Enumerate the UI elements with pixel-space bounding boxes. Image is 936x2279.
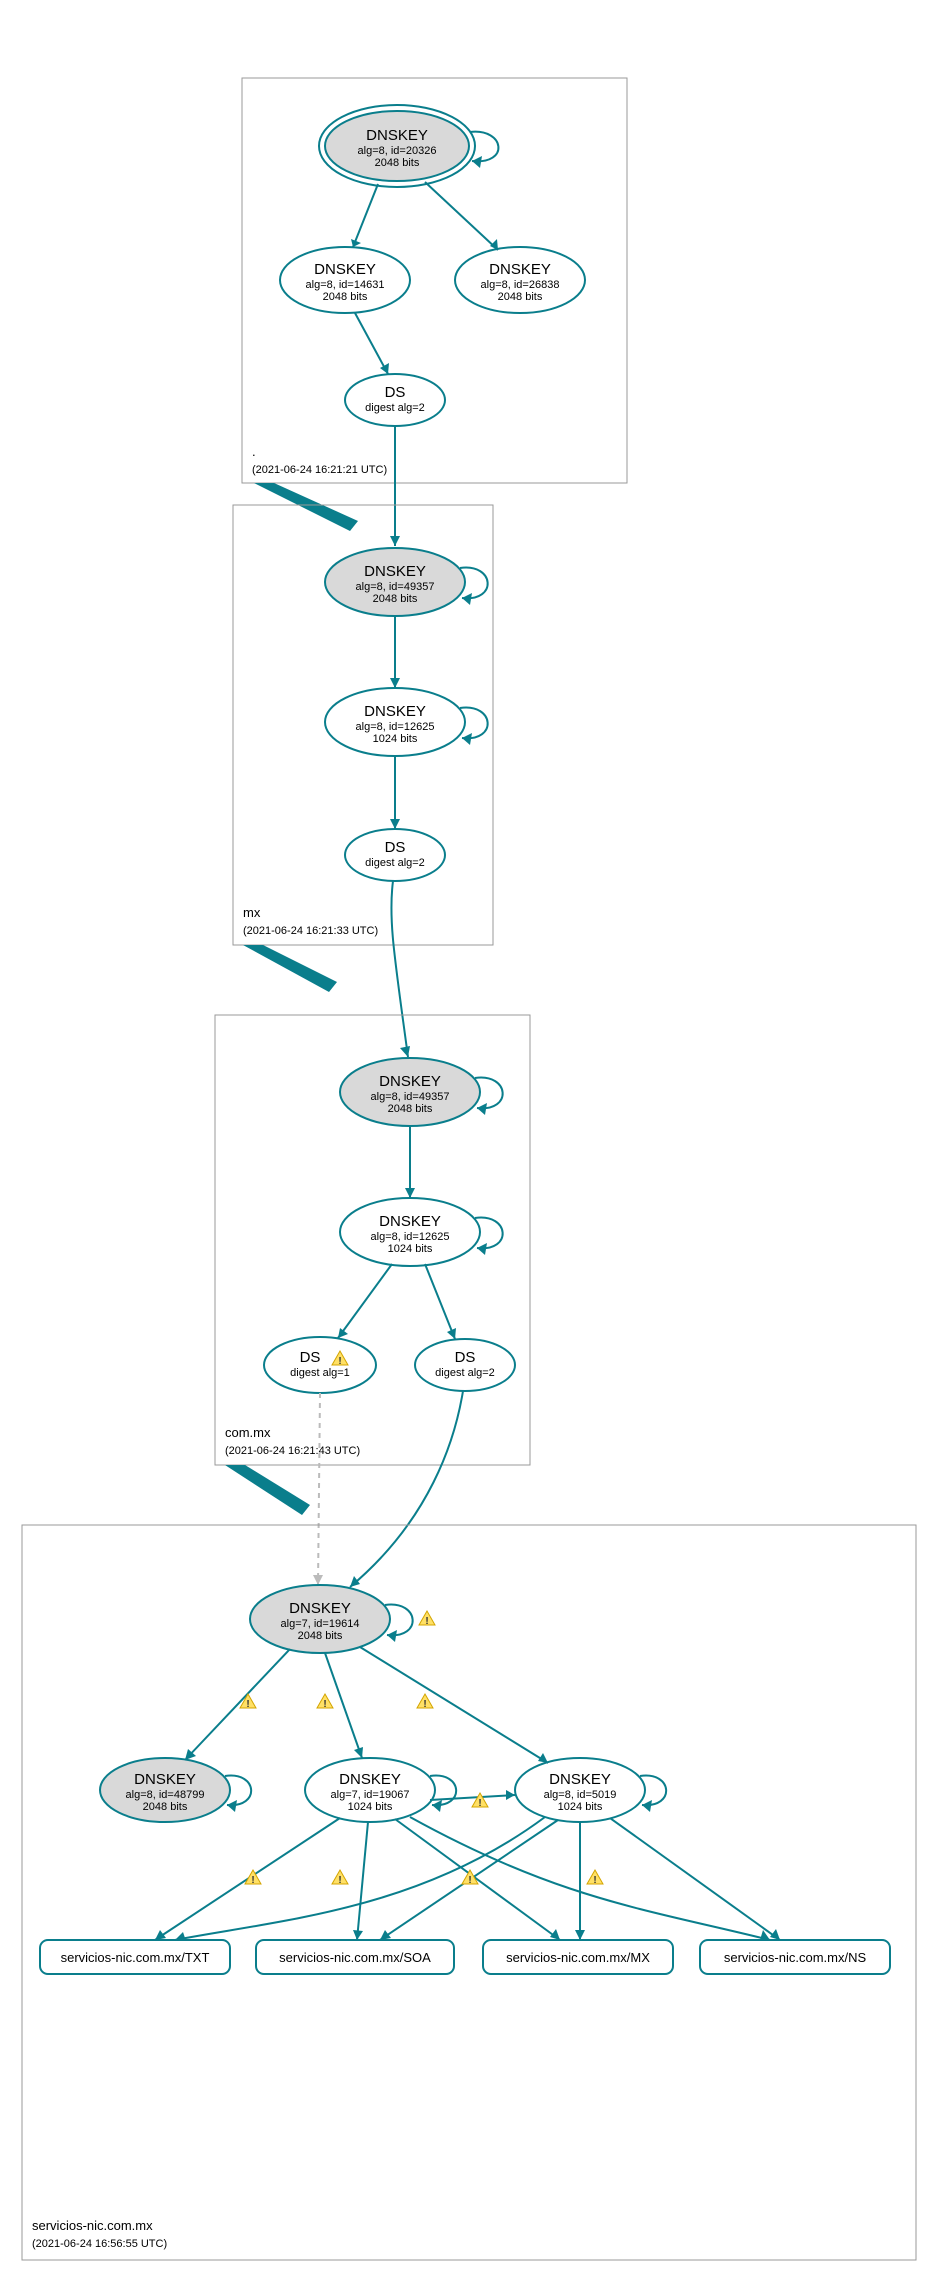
svg-text:DNSKEY: DNSKEY [364,703,426,720]
zone-snic-ts: (2021-06-24 16:56:55 UTC) [32,2238,167,2250]
edge-ds1-to-sksk-dashed [318,1393,320,1585]
zone-commx-name: com.mx [225,1425,271,1440]
warning-icon: ! [472,1793,488,1809]
svg-text:DS: DS [455,1349,476,1366]
svg-text:!: ! [423,1699,426,1710]
zone-snic-name: servicios-nic.com.mx [32,2218,153,2233]
svg-text:alg=8, id=26838: alg=8, id=26838 [481,279,560,291]
svg-text:!: ! [338,1875,341,1886]
svg-text:DNSKEY: DNSKEY [379,1073,441,1090]
zone-mx-ts: (2021-06-24 16:21:33 UTC) [243,925,378,937]
svg-text:1024 bits: 1024 bits [373,733,418,745]
svg-text:2048 bits: 2048 bits [298,1630,343,1642]
svg-text:digest alg=2: digest alg=2 [365,402,425,414]
warning-icon: ! [332,1870,348,1886]
warning-icon: ! [317,1694,333,1710]
delegation-commx-snic [225,1465,310,1515]
warning-icon: ! [240,1694,256,1710]
svg-text:digest alg=2: digest alg=2 [365,857,425,869]
zone-commx-ts: (2021-06-24 16:21:43 UTC) [225,1445,360,1457]
svg-text:alg=7, id=19614: alg=7, id=19614 [281,1618,360,1630]
svg-text:DS: DS [300,1349,321,1366]
svg-text:alg=8, id=5019: alg=8, id=5019 [544,1789,617,1801]
svg-text:!: ! [425,1616,428,1627]
svg-text:!: ! [338,1356,341,1367]
svg-text:DS: DS [385,384,406,401]
warning-icon: ! [417,1694,433,1710]
svg-text:servicios-nic.com.mx/SOA: servicios-nic.com.mx/SOA [279,1950,431,1965]
svg-text:2048 bits: 2048 bits [375,157,420,169]
svg-text:alg=8, id=49357: alg=8, id=49357 [371,1091,450,1103]
zone-snic-box [22,1525,916,2260]
svg-text:alg=8, id=49357: alg=8, id=49357 [356,581,435,593]
svg-text:DNSKEY: DNSKEY [134,1771,196,1788]
svg-text:DNSKEY: DNSKEY [489,261,551,278]
svg-text:servicios-nic.com.mx/TXT: servicios-nic.com.mx/TXT [61,1950,210,1965]
svg-text:DNSKEY: DNSKEY [289,1600,351,1617]
svg-text:1024 bits: 1024 bits [558,1801,603,1813]
svg-text:alg=8, id=12625: alg=8, id=12625 [371,1231,450,1243]
svg-text:digest alg=2: digest alg=2 [435,1367,495,1379]
svg-text:!: ! [246,1699,249,1710]
svg-text:!: ! [251,1875,254,1886]
svg-text:DNSKEY: DNSKEY [314,261,376,278]
zone-root-name: . [252,444,256,459]
svg-text:servicios-nic.com.mx/MX: servicios-nic.com.mx/MX [506,1950,650,1965]
svg-text:2048 bits: 2048 bits [388,1103,433,1115]
svg-text:1024 bits: 1024 bits [388,1243,433,1255]
svg-text:servicios-nic.com.mx/NS: servicios-nic.com.mx/NS [724,1950,867,1965]
svg-text:DS: DS [385,839,406,856]
svg-text:DNSKEY: DNSKEY [379,1213,441,1230]
dnssec-diagram: . (2021-06-24 16:21:21 UTC) DNSKEY alg=8… [0,0,936,2279]
svg-text:DNSKEY: DNSKEY [364,563,426,580]
zone-root-ts: (2021-06-24 16:21:21 UTC) [252,464,387,476]
svg-text:digest alg=1: digest alg=1 [290,1367,350,1379]
svg-text:!: ! [478,1798,481,1809]
svg-text:!: ! [468,1875,471,1886]
svg-text:alg=8, id=48799: alg=8, id=48799 [126,1789,205,1801]
svg-text:alg=8, id=12625: alg=8, id=12625 [356,721,435,733]
svg-text:alg=8, id=14631: alg=8, id=14631 [306,279,385,291]
svg-text:alg=7, id=19067: alg=7, id=19067 [331,1789,410,1801]
svg-text:alg=8, id=20326: alg=8, id=20326 [358,145,437,157]
zone-mx-name: mx [243,905,261,920]
delegation-mx-commx [243,945,337,992]
delegation-root-mx [254,483,358,531]
svg-text:!: ! [593,1875,596,1886]
svg-text:2048 bits: 2048 bits [143,1801,188,1813]
svg-text:2048 bits: 2048 bits [323,291,368,303]
svg-text:DNSKEY: DNSKEY [366,127,428,144]
svg-text:1024 bits: 1024 bits [348,1801,393,1813]
svg-text:2048 bits: 2048 bits [498,291,543,303]
warning-icon: ! [419,1611,435,1627]
svg-text:DNSKEY: DNSKEY [549,1771,611,1788]
svg-text:!: ! [323,1699,326,1710]
svg-text:DNSKEY: DNSKEY [339,1771,401,1788]
svg-text:2048 bits: 2048 bits [373,593,418,605]
warning-icon: ! [587,1870,603,1886]
